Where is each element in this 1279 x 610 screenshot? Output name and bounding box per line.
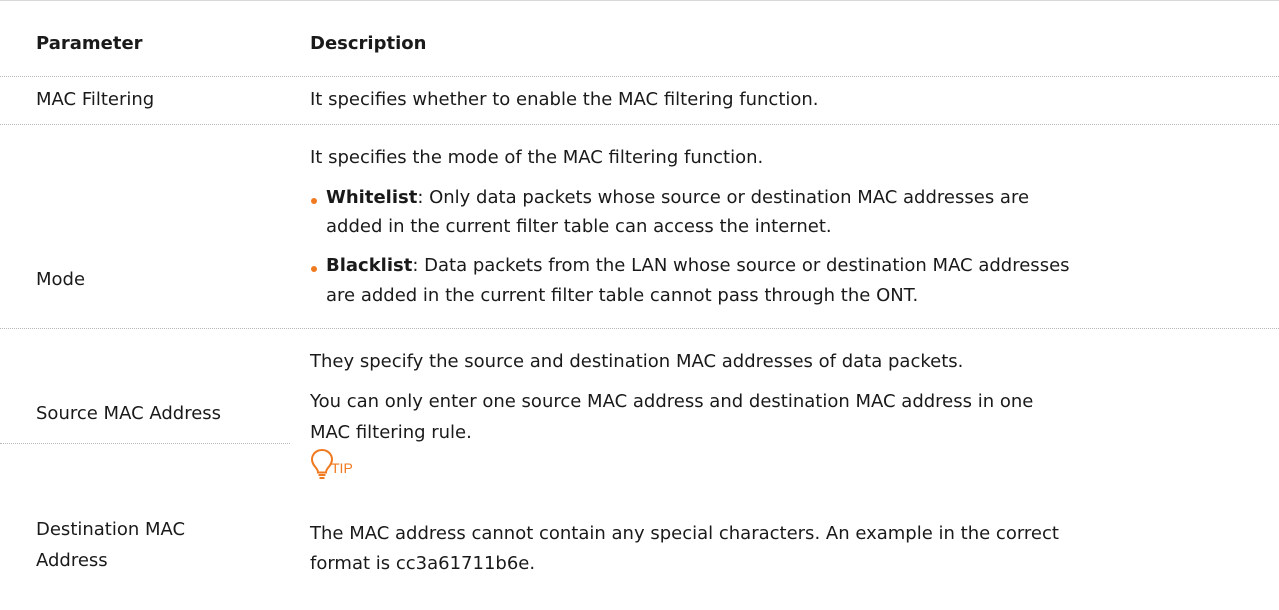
bullet-blacklist-line2: are added in the current filter table ca… bbox=[326, 285, 919, 306]
tip-line2: format is cc3a61711b6e. bbox=[310, 553, 536, 574]
row-rule bbox=[0, 328, 1279, 329]
row-rule bbox=[0, 124, 1279, 125]
desc-mac-line3: MAC filtering rule. bbox=[310, 422, 472, 443]
header-bottom-rule bbox=[0, 76, 1279, 77]
bullet-whitelist-line1: Whitelist: Only data packets whose sourc… bbox=[326, 184, 1029, 211]
whitelist-desc: : Only data packets whose source or dest… bbox=[417, 187, 1030, 208]
bullet-dot bbox=[311, 266, 317, 272]
term-whitelist: Whitelist bbox=[326, 187, 418, 208]
blacklist-desc: : Data packets from the LAN whose source… bbox=[412, 255, 1070, 276]
bullet-dot bbox=[311, 198, 317, 204]
desc-mac-line1: They specify the source and destination … bbox=[310, 351, 964, 372]
tip-line1: The MAC address cannot contain any speci… bbox=[310, 523, 1059, 544]
desc-mac-filtering: It specifies whether to enable the MAC f… bbox=[310, 89, 819, 110]
param-source-mac: Source MAC Address bbox=[36, 403, 222, 424]
header-description: Description bbox=[310, 33, 427, 54]
param-split-rule bbox=[0, 443, 290, 444]
param-mac-filtering: MAC Filtering bbox=[36, 89, 155, 110]
desc-mac-line2: You can only enter one source MAC addres… bbox=[310, 391, 1034, 412]
bullet-whitelist-line2: added in the current filter table can ac… bbox=[326, 216, 832, 237]
param-destination-mac-line1: Destination MAC bbox=[36, 519, 186, 540]
param-mode: Mode bbox=[36, 269, 86, 290]
header-parameter: Parameter bbox=[36, 33, 143, 54]
bullet-blacklist-line1: Blacklist: Data packets from the LAN who… bbox=[326, 252, 1070, 279]
param-destination-mac-line2: Address bbox=[36, 550, 108, 571]
term-blacklist: Blacklist bbox=[326, 255, 413, 276]
desc-mode-intro: It specifies the mode of the MAC filteri… bbox=[310, 147, 764, 168]
tip-label: TIP bbox=[331, 460, 353, 476]
table-top-rule bbox=[0, 0, 1279, 1]
parameter-table: Parameter Description MAC Filtering It s… bbox=[0, 0, 1279, 610]
